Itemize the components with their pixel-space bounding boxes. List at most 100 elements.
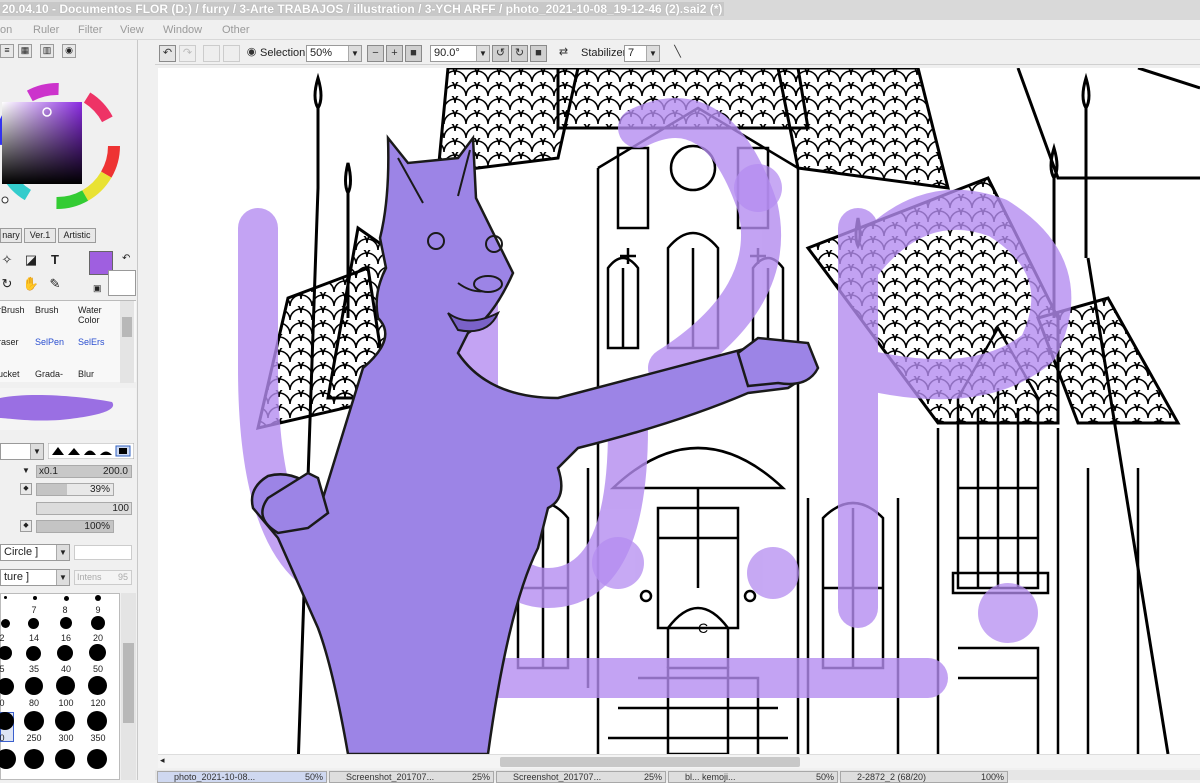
palette-icon[interactable]: ◉ bbox=[62, 44, 76, 58]
size-dot[interactable] bbox=[95, 595, 101, 601]
tab-primary[interactable]: nary bbox=[0, 228, 22, 243]
size-dropdown-icon[interactable]: ▼ bbox=[22, 466, 30, 475]
size-dot[interactable] bbox=[89, 644, 106, 661]
invert-selection-icon[interactable] bbox=[223, 45, 240, 62]
size-dot[interactable] bbox=[55, 711, 75, 731]
scroll-left-icon[interactable]: ◂ bbox=[160, 755, 165, 766]
size-grid-scrollbar[interactable] bbox=[121, 593, 136, 780]
rotation-select[interactable]: 90.0° ▼ bbox=[430, 45, 490, 62]
document-tab[interactable]: photo_2021-10-08... 50% bbox=[157, 771, 327, 783]
min-size-slider[interactable]: 39% bbox=[36, 483, 114, 496]
drawing-canvas[interactable]: C bbox=[158, 68, 1200, 754]
brush-texture-select[interactable]: ture ] ▼ bbox=[0, 569, 70, 586]
document-tab[interactable]: bl... kemoji... 50% bbox=[668, 771, 838, 783]
brush-list-scroll-thumb[interactable] bbox=[122, 317, 132, 337]
size-dot[interactable] bbox=[33, 596, 37, 600]
color-wheel[interactable] bbox=[0, 66, 122, 226]
zoom-in-button[interactable]: + bbox=[386, 45, 403, 62]
menu-item-other[interactable]: Other bbox=[222, 20, 250, 40]
density-slider[interactable]: 100 bbox=[36, 502, 132, 515]
rotate-left-button[interactable]: ↺ bbox=[492, 45, 509, 62]
menu-item-filter[interactable]: Filter bbox=[78, 20, 102, 40]
brush-tool-selpen[interactable]: SelPen bbox=[35, 337, 75, 357]
menu-item-selection[interactable]: on bbox=[0, 20, 12, 40]
blending-toggle[interactable]: ◆ bbox=[20, 520, 32, 532]
brush-shape-select[interactable]: Circle ] ▼ bbox=[0, 544, 70, 561]
tab-ver1[interactable]: Ver.1 bbox=[24, 228, 56, 243]
menu-item-ruler[interactable]: Ruler bbox=[33, 20, 59, 40]
size-dot[interactable] bbox=[4, 596, 7, 599]
size-grid-scroll-thumb[interactable] bbox=[123, 643, 134, 723]
size-dot[interactable] bbox=[87, 711, 107, 731]
size-dot[interactable] bbox=[24, 711, 44, 731]
size-label: 120 bbox=[90, 698, 106, 708]
size-label: 300 bbox=[58, 733, 74, 743]
rotation-reset-button[interactable]: ■ bbox=[530, 45, 547, 62]
min-size-toggle[interactable]: ◆ bbox=[20, 483, 32, 495]
magic-wand-icon[interactable]: ✧ bbox=[0, 250, 18, 270]
document-tab[interactable]: Screenshot_201707... 25% bbox=[496, 771, 666, 783]
shape-intensity-field[interactable] bbox=[74, 545, 132, 560]
brush-tool-airbrush[interactable]: rBrush bbox=[0, 305, 38, 325]
brush-list-scrollbar[interactable] bbox=[120, 301, 134, 383]
artwork-illustration[interactable]: C bbox=[158, 68, 1200, 754]
size-dot[interactable] bbox=[64, 596, 69, 601]
menu-item-window[interactable]: Window bbox=[163, 20, 202, 40]
brush-tool-selers[interactable]: SelErs bbox=[78, 337, 118, 357]
document-tab[interactable]: 2-2872_2 (68/20) 100% bbox=[840, 771, 1008, 783]
canvas-horizontal-scrollbar[interactable]: ◂ bbox=[158, 754, 1200, 768]
brush-tool-watercolor[interactable]: Water Color bbox=[78, 305, 110, 325]
redo-icon[interactable]: ↷ bbox=[179, 45, 196, 62]
brush-tool-blur[interactable]: Blur bbox=[78, 369, 118, 389]
grid-view-icon[interactable]: ▦ bbox=[18, 44, 32, 58]
size-dot[interactable] bbox=[1, 619, 10, 628]
size-dot[interactable] bbox=[26, 646, 41, 661]
rotate-icon[interactable]: ↻ bbox=[0, 274, 18, 294]
size-dot[interactable] bbox=[60, 617, 72, 629]
layout-icon[interactable]: ≡ bbox=[0, 44, 14, 58]
brush-tool-gradation[interactable]: Grada- bbox=[35, 369, 75, 389]
deselect-icon[interactable] bbox=[203, 45, 220, 62]
size-dot[interactable] bbox=[56, 676, 75, 695]
size-dot[interactable] bbox=[24, 749, 44, 769]
brush-tool-brush[interactable]: Brush bbox=[35, 305, 75, 325]
swap-colors-icon[interactable]: ↶ bbox=[122, 253, 130, 264]
line-tool-icon[interactable]: ╲ bbox=[669, 45, 686, 62]
eyedropper-icon[interactable]: ✎ bbox=[44, 274, 66, 294]
blending-slider[interactable]: 100% bbox=[36, 520, 114, 533]
size-dot[interactable] bbox=[88, 676, 107, 695]
brush-tool-eraser[interactable]: raser bbox=[0, 337, 38, 357]
size-dot[interactable] bbox=[55, 749, 75, 769]
zoom-reset-button[interactable]: ■ bbox=[405, 45, 422, 62]
texture-intensity-field[interactable]: Intens 95 bbox=[74, 570, 132, 585]
size-dot[interactable] bbox=[25, 677, 43, 695]
hand-icon[interactable]: ✋ bbox=[20, 274, 42, 294]
document-tab[interactable]: Screenshot_201707... 25% bbox=[329, 771, 494, 783]
size-dot[interactable] bbox=[0, 749, 16, 769]
size-dot[interactable] bbox=[0, 646, 12, 660]
stabilizer-select[interactable]: 7 ▼ bbox=[624, 45, 660, 62]
brush-tool-bucket[interactable]: ucket bbox=[0, 369, 38, 389]
bars-icon[interactable]: ▥ bbox=[40, 44, 54, 58]
menu-item-view[interactable]: View bbox=[120, 20, 144, 40]
undo-icon[interactable]: ↶ bbox=[159, 45, 176, 62]
selection-visibility-icon[interactable]: ◉ bbox=[243, 45, 260, 62]
flip-horizontal-icon[interactable]: ⇄ bbox=[555, 45, 572, 62]
size-dot[interactable] bbox=[28, 618, 39, 629]
brush-size-slider[interactable]: x0.1 200.0 bbox=[36, 465, 132, 478]
reset-colors-icon[interactable]: ▣ bbox=[93, 283, 102, 294]
tip-shape-icons[interactable] bbox=[48, 443, 134, 459]
size-dot[interactable] bbox=[91, 616, 105, 630]
rotate-right-button[interactable]: ↻ bbox=[511, 45, 528, 62]
bucket-icon[interactable]: ◪ bbox=[20, 250, 42, 270]
size-dot[interactable] bbox=[57, 645, 73, 661]
tab-artistic[interactable]: Artistic bbox=[58, 228, 96, 243]
zoom-out-button[interactable]: − bbox=[367, 45, 384, 62]
size-dot[interactable] bbox=[87, 749, 107, 769]
zoom-select[interactable]: 50% ▼ bbox=[306, 45, 362, 62]
size-dot[interactable] bbox=[0, 678, 14, 695]
text-tool-icon[interactable]: T bbox=[44, 250, 66, 270]
blend-mode-select[interactable]: ▼ bbox=[0, 443, 44, 460]
secondary-color-swatch[interactable] bbox=[108, 270, 136, 296]
horizontal-scroll-thumb[interactable] bbox=[500, 757, 800, 767]
